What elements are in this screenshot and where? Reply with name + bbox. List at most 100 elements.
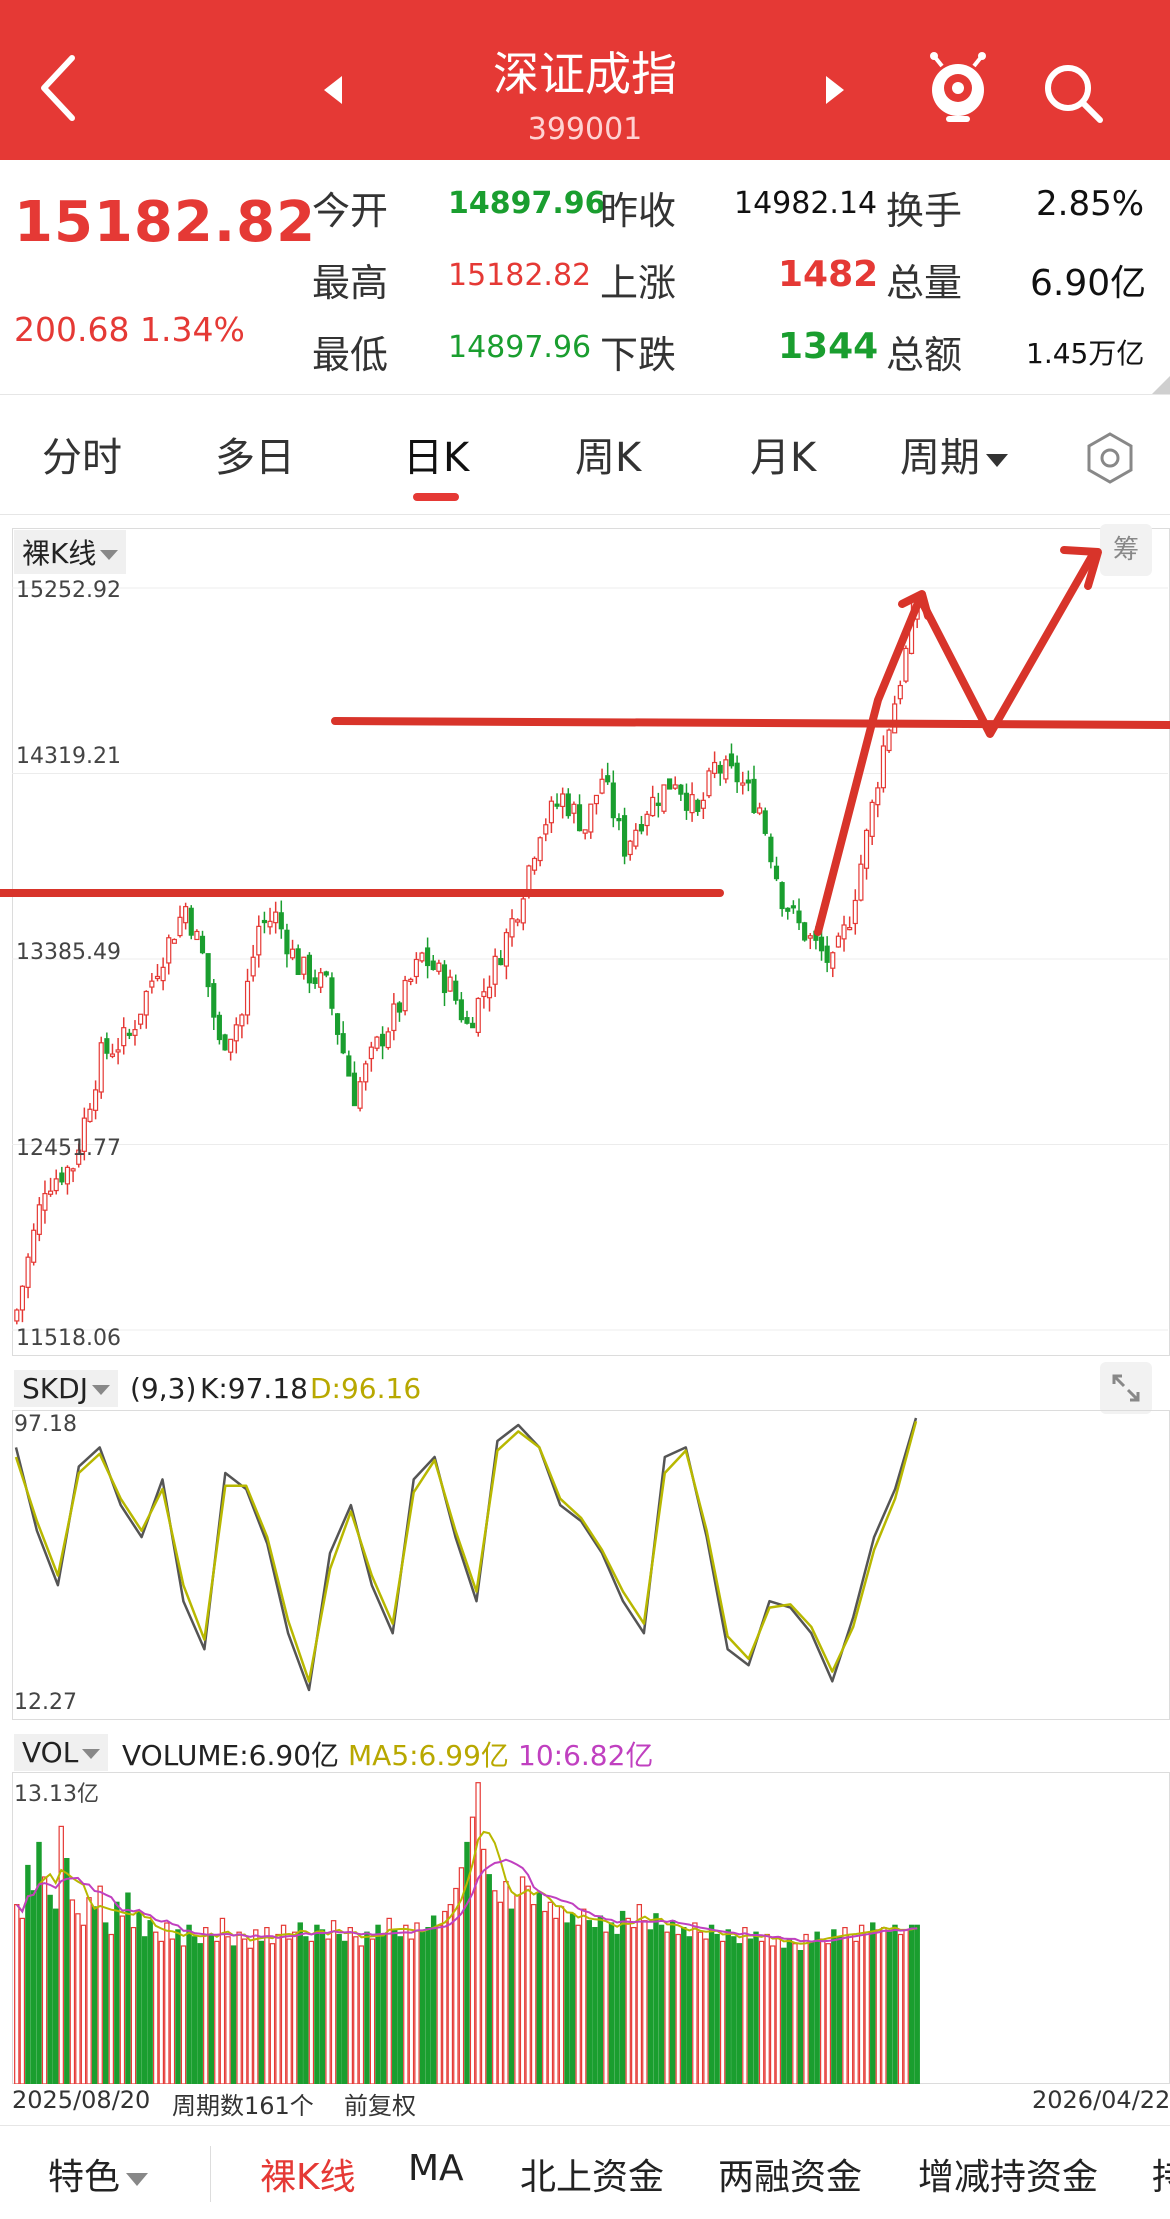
btab-holding-change[interactable]: 增减持资金 <box>918 2148 1098 2200</box>
volume-value-text: VOLUME:6.90亿 <box>122 1739 340 1772</box>
candle-up <box>239 1014 245 1027</box>
candle-down <box>779 882 785 910</box>
volume-bar-up <box>269 1943 276 2084</box>
volume-bar-up <box>130 1926 137 2084</box>
candle-up <box>19 1285 26 1311</box>
volume-bar-up <box>347 1926 353 2084</box>
volume-bar-up <box>581 1908 587 2084</box>
tab-period-dropdown[interactable]: 周期 <box>900 425 1008 483</box>
candle-down <box>762 810 768 834</box>
prev-close-value: 14982.14 <box>734 186 878 221</box>
volume-bar-down <box>564 1922 570 2084</box>
candle-up <box>357 1081 363 1109</box>
price-axis-label-5: 11518.06 <box>16 1326 121 1351</box>
candle-up <box>537 837 543 862</box>
volume-bar-down <box>658 1924 665 2084</box>
volume-bar-down <box>392 1929 398 2084</box>
volume-bar-up <box>414 1922 420 2084</box>
volume-bar-up <box>719 1940 726 2084</box>
candle-up <box>841 924 847 940</box>
candle-up <box>374 1036 380 1049</box>
volume-indicator-selector[interactable]: VOL <box>14 1734 109 1771</box>
candle-down <box>655 802 661 806</box>
kline-chart[interactable] <box>0 528 1170 1358</box>
volume-ma10-text: 10:6.82亿 <box>518 1739 654 1772</box>
volume-bar-down <box>336 1933 342 2084</box>
mascot-icon[interactable] <box>926 52 990 124</box>
candle-up <box>368 1046 374 1060</box>
skdj-chart[interactable] <box>0 1410 1170 1720</box>
collapse-corner-icon[interactable] <box>1152 376 1170 394</box>
candle-up <box>548 800 554 824</box>
volume-bar-down <box>786 1938 793 2084</box>
volume-bar-up <box>542 1910 548 2084</box>
btab-margin-funds[interactable]: 两融资金 <box>718 2148 862 2200</box>
volume-value: 6.90亿 <box>1030 263 1147 304</box>
tab-weekly-k[interactable]: 周K <box>575 425 641 483</box>
candle-down <box>768 836 774 863</box>
settings-hexagon-icon[interactable] <box>1082 430 1138 486</box>
skdj-k-line <box>14 1417 918 1692</box>
volume-bar-down <box>797 1949 804 2084</box>
volume-bar-down <box>870 1922 876 2084</box>
volume-bar-down <box>508 1908 515 2084</box>
btab-naked-k[interactable]: 裸K线 <box>260 2148 356 2200</box>
candle-down <box>216 1014 222 1041</box>
volume-bar-down <box>125 1892 131 2084</box>
tab-multi-day[interactable]: 多日 <box>215 425 295 483</box>
volume-bar-down <box>836 1936 843 2084</box>
tab-intraday[interactable]: 分时 <box>42 425 122 483</box>
volume-bar-down <box>908 1924 915 2084</box>
candle-up <box>413 958 419 978</box>
candle-down <box>785 907 791 912</box>
candle-up <box>256 925 262 956</box>
candle-up <box>486 986 493 999</box>
tab-monthly-k[interactable]: 月K <box>750 425 816 483</box>
volume-bar-up <box>758 1940 765 2084</box>
amount-value: 1.45万亿 <box>1026 337 1145 370</box>
volume-bar-down <box>736 1943 743 2084</box>
volume-bar-up <box>853 1940 859 2084</box>
candle-up <box>847 927 853 931</box>
volume-bar-up <box>69 1899 76 2084</box>
volume-bar-up <box>169 1938 176 2084</box>
btab-featured[interactable]: 特色 <box>48 2148 149 2200</box>
volume-bar-down <box>419 1931 426 2084</box>
turnover-rate-value: 2.85% <box>1036 184 1145 224</box>
candle-up <box>863 829 870 869</box>
volume-bar-down <box>147 1920 153 2084</box>
candle-down <box>695 799 701 812</box>
volume-bar-up <box>286 1938 292 2084</box>
volume-bar-up <box>497 1901 504 2084</box>
period-count: 周期数161个 <box>172 2092 314 2120</box>
skdj-params: (9,3) <box>130 1372 197 1405</box>
candle-up <box>53 1178 59 1192</box>
volume-bar-down <box>258 1940 265 2084</box>
high-label: 最高 <box>312 261 389 305</box>
open-value: 14897.96 <box>448 186 606 221</box>
volume-bar-up <box>692 1922 698 2084</box>
btab-northbound[interactable]: 北上资金 <box>520 2148 664 2200</box>
volume-chart[interactable] <box>0 1772 1170 2084</box>
volume-bar-up <box>386 1917 392 2084</box>
candle-down <box>751 778 757 813</box>
btab-more[interactable]: 持 <box>1152 2148 1170 2200</box>
search-icon[interactable] <box>1038 58 1108 128</box>
expand-panel-button[interactable] <box>1100 1362 1152 1414</box>
advancers-label: 上涨 <box>600 261 677 305</box>
candle-up <box>886 729 892 752</box>
next-index-icon[interactable] <box>820 70 850 110</box>
volume-bar-down <box>753 1931 759 2084</box>
candle-up <box>700 799 706 809</box>
volume-bar-up <box>358 1945 365 2084</box>
candle-down <box>824 945 830 963</box>
candle-up <box>42 1192 48 1211</box>
tab-daily-k[interactable]: 日K <box>403 425 469 483</box>
skdj-indicator-selector[interactable]: SKDJ <box>14 1370 118 1407</box>
volume-bar-up <box>742 1926 748 2084</box>
volume-bar-up <box>842 1926 848 2084</box>
volume-indicator-label: VOL <box>22 1736 79 1769</box>
candle-up <box>712 761 718 774</box>
candle-down <box>790 905 796 909</box>
btab-ma[interactable]: MA <box>408 2148 464 2189</box>
